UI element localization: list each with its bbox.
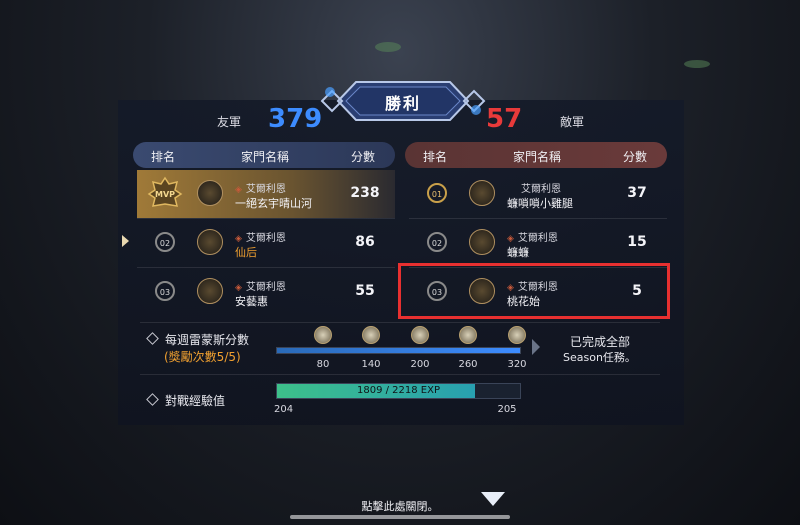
- home-indicator: [290, 515, 510, 519]
- family-name: 蠊蠊: [507, 246, 529, 259]
- arrow-right-icon: [532, 339, 540, 355]
- player-score: 238: [350, 185, 380, 201]
- rank-badge: 03: [155, 281, 175, 301]
- enemy-row-2[interactable]: 02 ◈ 艾爾利恩 蠊蠊 15: [409, 219, 667, 267]
- weekly-progress-fill: [277, 348, 520, 353]
- ally-row-3[interactable]: 03 ◈ 艾爾利恩 安藝惠 55: [137, 268, 395, 316]
- player-score: 15: [627, 234, 647, 250]
- ally-total-score: 379: [268, 104, 323, 134]
- section-divider: [140, 322, 660, 323]
- tick-label: 200: [410, 359, 430, 370]
- server-icon: ◈: [235, 185, 242, 195]
- tick-label: 80: [316, 359, 330, 370]
- server-name: ◈ 艾爾利恩: [235, 282, 286, 293]
- close-hint[interactable]: 點擊此處關閉。: [0, 498, 800, 514]
- score-column-header: 分數: [623, 150, 648, 164]
- rank-badge: 01: [427, 183, 447, 203]
- score-column-header: 分數: [351, 150, 376, 164]
- server-name: ◈ 艾爾利恩: [235, 184, 286, 195]
- ally-row-2[interactable]: 02 ◈ 艾爾利恩 仙后 86: [137, 219, 395, 267]
- ally-table-header: 排名 家門名稱 分數: [133, 142, 395, 168]
- season-complete-line2: Season任務。: [563, 351, 636, 364]
- weekly-progress-bar: [276, 347, 521, 354]
- server-name: ◈ 艾爾利恩: [235, 233, 286, 244]
- chevron-down-icon[interactable]: [481, 492, 505, 506]
- background-scenery: [375, 42, 401, 52]
- diamond-icon: [146, 393, 159, 406]
- server-icon: ◈: [235, 283, 242, 293]
- tick-label: 260: [458, 359, 478, 370]
- reward-medal-icon: [314, 326, 332, 344]
- family-column-header: 家門名稱: [241, 150, 290, 164]
- background-scenery: [684, 60, 710, 68]
- result-title: 勝利: [384, 94, 421, 113]
- rank-column-header: 排名: [423, 150, 448, 164]
- exp-progress-bar: 1809 / 2218 EXP: [276, 383, 521, 399]
- server-name: 艾爾利恩: [521, 184, 561, 195]
- server-icon: ◈: [235, 234, 242, 244]
- next-level: 205: [497, 404, 517, 415]
- player-score: 55: [355, 283, 375, 299]
- current-level: 204: [274, 404, 294, 415]
- reward-medal-icon: [459, 326, 477, 344]
- battle-exp-label: 對戰經驗值: [146, 392, 225, 409]
- weekly-score-label: 每週雷蒙斯分數: [146, 331, 249, 348]
- family-emblem-icon: [469, 180, 495, 206]
- family-name: 蠊嗩嗩小雞腿: [507, 197, 573, 210]
- diamond-icon: [146, 332, 159, 345]
- family-emblem-icon: [469, 229, 495, 255]
- tick-label: 140: [361, 359, 381, 370]
- family-emblem-icon: [197, 180, 223, 206]
- rank-column-header: 排名: [151, 150, 176, 164]
- reward-medal-icon: [508, 326, 526, 344]
- reward-count-label: (獎勵次數5/5): [164, 350, 241, 364]
- rank-badge: 02: [155, 232, 175, 252]
- family-column-header: 家門名稱: [513, 150, 562, 164]
- reward-medal-icon: [411, 326, 429, 344]
- enemy-total-score: 57: [486, 104, 523, 134]
- enemy-table-header: 排名 家門名稱 分數: [405, 142, 667, 168]
- exp-text: 1809 / 2218 EXP: [356, 385, 440, 396]
- enemy-row-1[interactable]: 01 艾爾利恩 蠊嗩嗩小雞腿 37: [409, 170, 667, 218]
- server-name: ◈ 艾爾利恩: [507, 233, 558, 244]
- family-emblem-icon: [197, 229, 223, 255]
- svg-text:MVP: MVP: [155, 190, 175, 199]
- family-name: 安藝惠: [235, 295, 268, 308]
- family-emblem-icon: [197, 278, 223, 304]
- tick-label: 320: [507, 359, 527, 370]
- season-complete-line1: 已完成全部: [570, 335, 631, 349]
- reward-medal-icon: [362, 326, 380, 344]
- victory-banner: 勝利: [318, 72, 488, 130]
- rank-badge: 02: [427, 232, 447, 252]
- highlight-box: [398, 263, 670, 319]
- ally-label: 友軍: [217, 115, 242, 129]
- mvp-badge-icon: MVP: [147, 176, 183, 207]
- family-name: 一絕玄宇晴山河: [235, 197, 312, 210]
- section-divider: [140, 374, 660, 375]
- ally-row-1[interactable]: MVP ◈ 艾爾利恩 一絕玄宇晴山河 238: [137, 170, 395, 218]
- enemy-label: 敵軍: [560, 115, 585, 129]
- server-icon: ◈: [507, 234, 514, 244]
- family-name: 仙后: [235, 246, 257, 259]
- player-score: 86: [355, 234, 375, 250]
- player-score: 37: [627, 185, 647, 201]
- current-player-arrow-icon: [122, 235, 129, 247]
